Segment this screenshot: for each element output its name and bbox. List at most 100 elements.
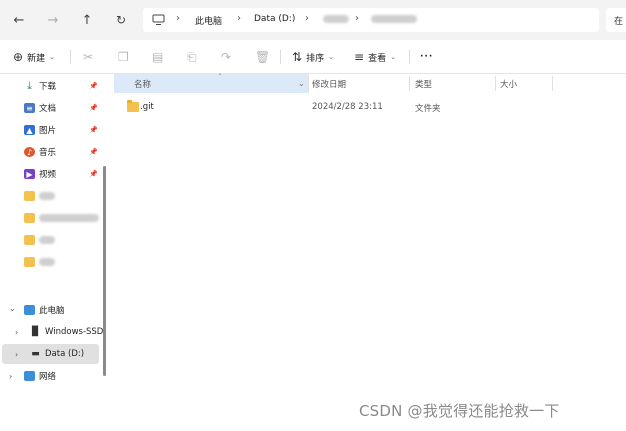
chevron-down-icon[interactable]: ⌄: [298, 74, 305, 93]
list-item[interactable]: .git 2024/2/28 23:11 文件夹: [114, 98, 554, 118]
monitor-icon: [152, 14, 165, 25]
sidebar-item-downloads[interactable]: ⤓ 下载 📌: [0, 76, 108, 96]
new-button[interactable]: ⊕ 新建 ⌄: [13, 49, 55, 65]
breadcrumb-separator: ›: [305, 13, 309, 24]
rename-icon[interactable]: ⎗: [187, 49, 197, 65]
address-row: ← → ↑ ↻ › 此电脑 › Data (D:) › › 在: [0, 0, 626, 40]
column-divider: [409, 76, 410, 91]
folder-icon: [24, 191, 35, 201]
network-icon: [24, 371, 35, 381]
toolbar-divider: [70, 50, 71, 64]
more-options-button[interactable]: ···: [420, 49, 433, 65]
new-button-label: 新建: [27, 53, 46, 64]
folder-icon: [127, 100, 139, 112]
toolbar-divider: [409, 50, 410, 64]
sidebar-item-redacted-folder[interactable]: [0, 186, 108, 206]
breadcrumb-separator: ›: [176, 13, 180, 24]
column-header-size[interactable]: 大小: [500, 74, 517, 93]
sidebar-item-label: 图片: [39, 126, 57, 136]
chevron-down-icon: ⌄: [390, 53, 396, 61]
breadcrumb-separator: ›: [355, 13, 359, 24]
sidebar-item-this-pc[interactable]: ⌄ 此电脑: [0, 300, 108, 320]
sidebar-item-redacted-folder[interactable]: [0, 252, 108, 272]
cut-icon[interactable]: ✂: [83, 49, 93, 65]
pin-icon: 📌: [89, 148, 98, 156]
sidebar-item-videos[interactable]: ▶ 视频 📌: [0, 164, 108, 184]
arrow-left-icon[interactable]: ←: [9, 10, 29, 30]
sidebar-item-label: Data (D:): [45, 349, 85, 359]
breadcrumb-data-drive[interactable]: Data (D:): [254, 14, 295, 24]
column-divider: [552, 76, 553, 91]
sidebar-item-music[interactable]: ♪ 音乐 📌: [0, 142, 108, 162]
column-header-row: 名称 ˆ ⌄ 修改日期 类型 大小: [110, 73, 626, 93]
sidebar-item-windows-ssd[interactable]: › ▉ Windows-SSD: [0, 322, 108, 342]
breadcrumb-redacted-subfolder[interactable]: [371, 14, 417, 24]
column-name-label: 名称: [134, 79, 152, 90]
folder-icon: [24, 235, 35, 245]
plus-circle-icon: ⊕: [13, 50, 24, 64]
pictures-icon: ▲: [24, 125, 35, 135]
copy-icon[interactable]: ❐: [118, 49, 129, 65]
redacted-label: [39, 191, 55, 201]
sidebar-item-redacted-folder[interactable]: [0, 208, 108, 228]
column-size-label: 大小: [500, 79, 518, 90]
redacted-label: [39, 235, 55, 245]
view-button-label: 查看: [368, 53, 387, 64]
pin-icon: 📌: [89, 126, 98, 134]
arrow-right-icon[interactable]: →: [43, 10, 63, 30]
sidebar-item-label: 音乐: [39, 148, 57, 158]
breadcrumb-redacted-folder[interactable]: [323, 14, 349, 24]
monitor-icon: [24, 305, 35, 315]
redacted-label: [39, 213, 99, 223]
navigation-pane: ⤓ 下载 📌 ≡ 文档 📌 ▲ 图片 📌 ♪ 音乐 📌 ▶ 视频 📌 ⌄ 此电脑…: [0, 74, 110, 431]
sidebar-scrollbar[interactable]: [103, 166, 106, 376]
sort-ascending-icon: ˆ: [218, 73, 222, 82]
file-type: 文件夹: [415, 104, 441, 114]
column-divider: [308, 76, 309, 91]
redacted-label: [39, 257, 55, 267]
pin-icon: 📌: [89, 170, 98, 178]
address-bar[interactable]: › 此电脑 › Data (D:) › ›: [143, 8, 599, 32]
column-header-name[interactable]: 名称 ˆ: [114, 73, 309, 93]
refresh-icon[interactable]: ↻: [111, 10, 131, 30]
sidebar-item-label: 文档: [39, 104, 57, 114]
column-type-label: 类型: [415, 79, 433, 90]
document-icon: ≡: [24, 103, 35, 113]
sidebar-item-documents[interactable]: ≡ 文档 📌: [0, 98, 108, 118]
pin-icon: 📌: [89, 104, 98, 112]
toolbar-divider: [280, 50, 281, 64]
file-name: .git: [140, 102, 154, 112]
column-modified-label: 修改日期: [312, 79, 347, 90]
sort-button-label: 排序: [306, 53, 325, 64]
pin-icon: 📌: [89, 82, 98, 90]
sort-button[interactable]: ⇅ 排序 ⌄: [292, 49, 334, 65]
sidebar-item-label: 此电脑: [39, 306, 65, 316]
breadcrumb-separator: ›: [237, 13, 241, 24]
folder-icon: [24, 257, 35, 267]
share-icon[interactable]: ↷: [221, 49, 231, 65]
paste-icon[interactable]: ▤: [152, 49, 163, 65]
search-input[interactable]: 在: [606, 8, 626, 32]
delete-icon[interactable]: 🗑: [255, 49, 270, 65]
sidebar-item-network[interactable]: › 网络: [0, 366, 108, 386]
sort-icon: ⇅: [292, 50, 303, 64]
sidebar-item-label: 网络: [39, 372, 57, 382]
column-header-type[interactable]: 类型: [415, 74, 432, 93]
sidebar-item-pictures[interactable]: ▲ 图片 📌: [0, 120, 108, 140]
sidebar-item-data-drive[interactable]: › ▬ Data (D:): [2, 344, 99, 364]
breadcrumb-this-pc[interactable]: 此电脑: [195, 14, 222, 27]
music-icon: ♪: [24, 147, 35, 157]
chevron-down-icon: ⌄: [49, 53, 55, 61]
sidebar-item-redacted-folder[interactable]: [0, 230, 108, 250]
arrow-up-icon[interactable]: ↑: [77, 10, 97, 30]
windows-drive-icon: ▉: [32, 327, 39, 337]
chevron-down-icon: ⌄: [9, 304, 16, 313]
chevron-right-icon: ›: [15, 349, 19, 359]
command-toolbar: ⊕ 新建 ⌄ ✂ ❐ ▤ ⎗ ↷ 🗑 ⇅ 排序 ⌄ ≡ 查看 ⌄ ···: [0, 40, 626, 74]
column-header-modified[interactable]: 修改日期: [312, 74, 346, 93]
search-placeholder: 在: [614, 17, 624, 27]
column-divider: [495, 76, 496, 91]
view-button[interactable]: ≡ 查看 ⌄: [354, 49, 396, 65]
view-icon: ≡: [354, 50, 365, 64]
sidebar-item-label: 视频: [39, 170, 57, 180]
